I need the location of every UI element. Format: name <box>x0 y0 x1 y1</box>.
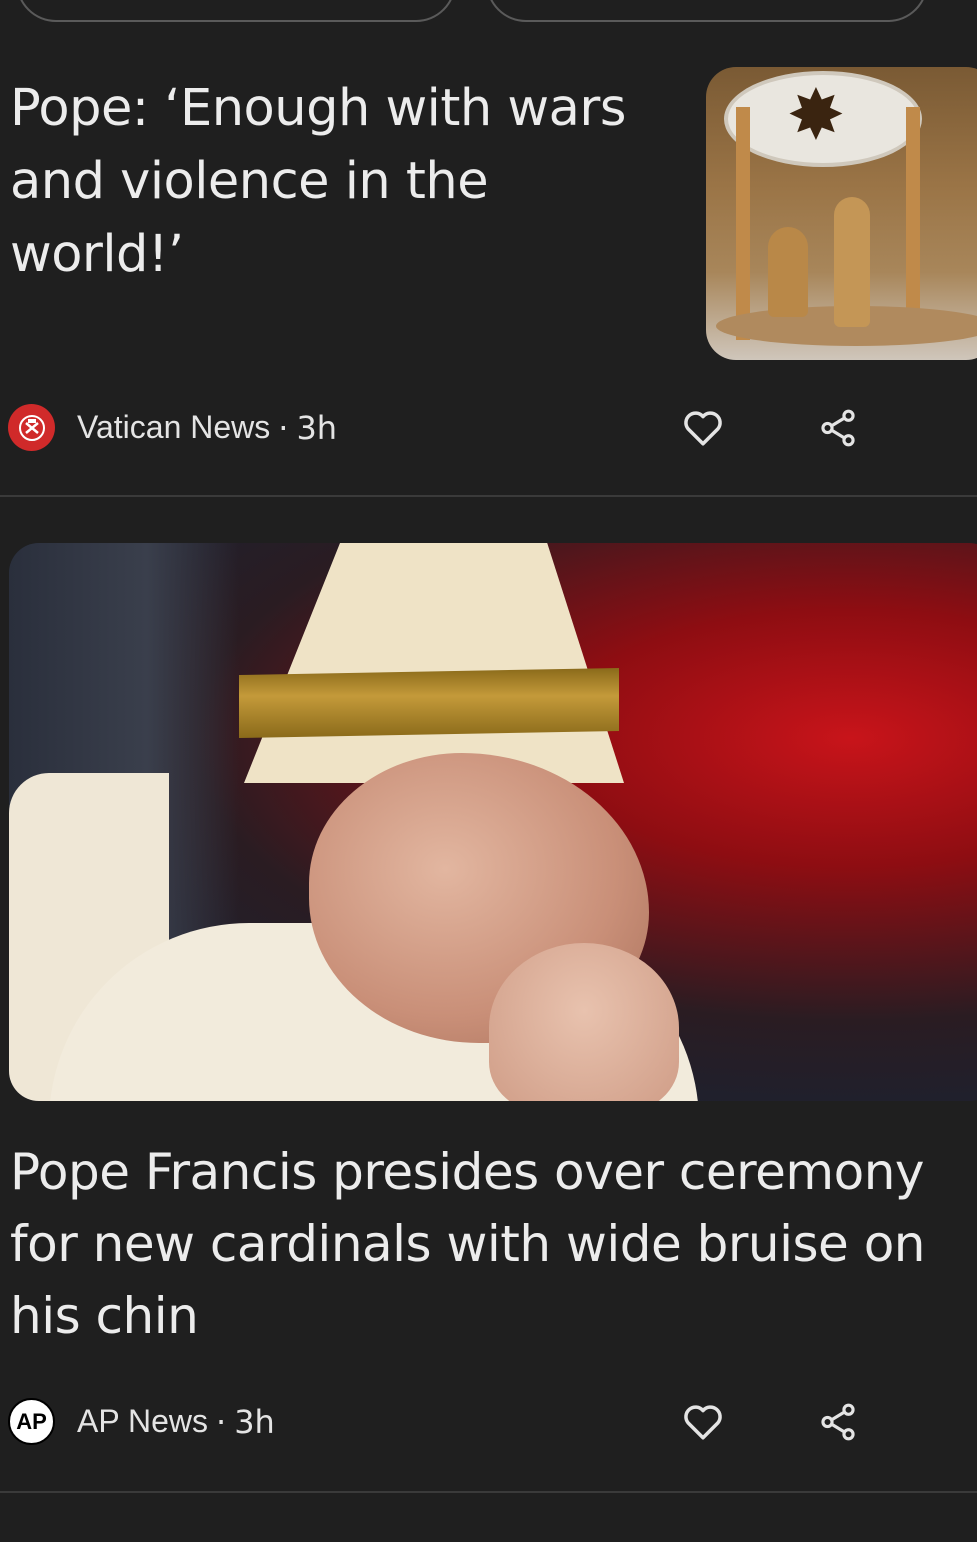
heart-icon[interactable] <box>678 403 728 453</box>
separator: · <box>216 1402 227 1441</box>
star-emblem: ✸ <box>786 74 846 156</box>
source-name[interactable]: Vatican News <box>77 409 270 446</box>
mitre <box>244 543 624 783</box>
top-chip-left[interactable] <box>16 0 456 22</box>
divider <box>0 495 977 497</box>
figure-mary <box>768 227 808 317</box>
separator: · <box>278 408 289 447</box>
article-hero-image[interactable] <box>9 543 977 1101</box>
article-age: 3h <box>296 408 338 447</box>
article-meta: Vatican News · 3h <box>8 404 337 451</box>
figure-joseph <box>834 197 870 327</box>
article-headline[interactable]: Pope Francis presides over ceremony for … <box>10 1136 977 1352</box>
hand <box>489 943 679 1101</box>
article-headline[interactable]: Pope: ‘Enough with wars and violence in … <box>10 72 650 291</box>
heart-icon[interactable] <box>678 1397 728 1447</box>
more-vert-icon[interactable] <box>956 1397 977 1447</box>
more-vert-icon[interactable] <box>956 403 977 453</box>
divider <box>0 1491 977 1493</box>
article-meta: AP AP News · 3h <box>8 1398 275 1445</box>
share-icon[interactable] <box>813 1397 863 1447</box>
article-age: 3h <box>234 1402 275 1441</box>
vatican-emblem-icon <box>8 404 55 451</box>
share-icon[interactable] <box>813 403 863 453</box>
top-chip-right[interactable] <box>486 0 928 22</box>
ap-logo-icon: AP <box>8 1398 55 1445</box>
article-thumbnail[interactable]: ✸ <box>706 67 977 360</box>
source-name[interactable]: AP News <box>77 1403 208 1440</box>
